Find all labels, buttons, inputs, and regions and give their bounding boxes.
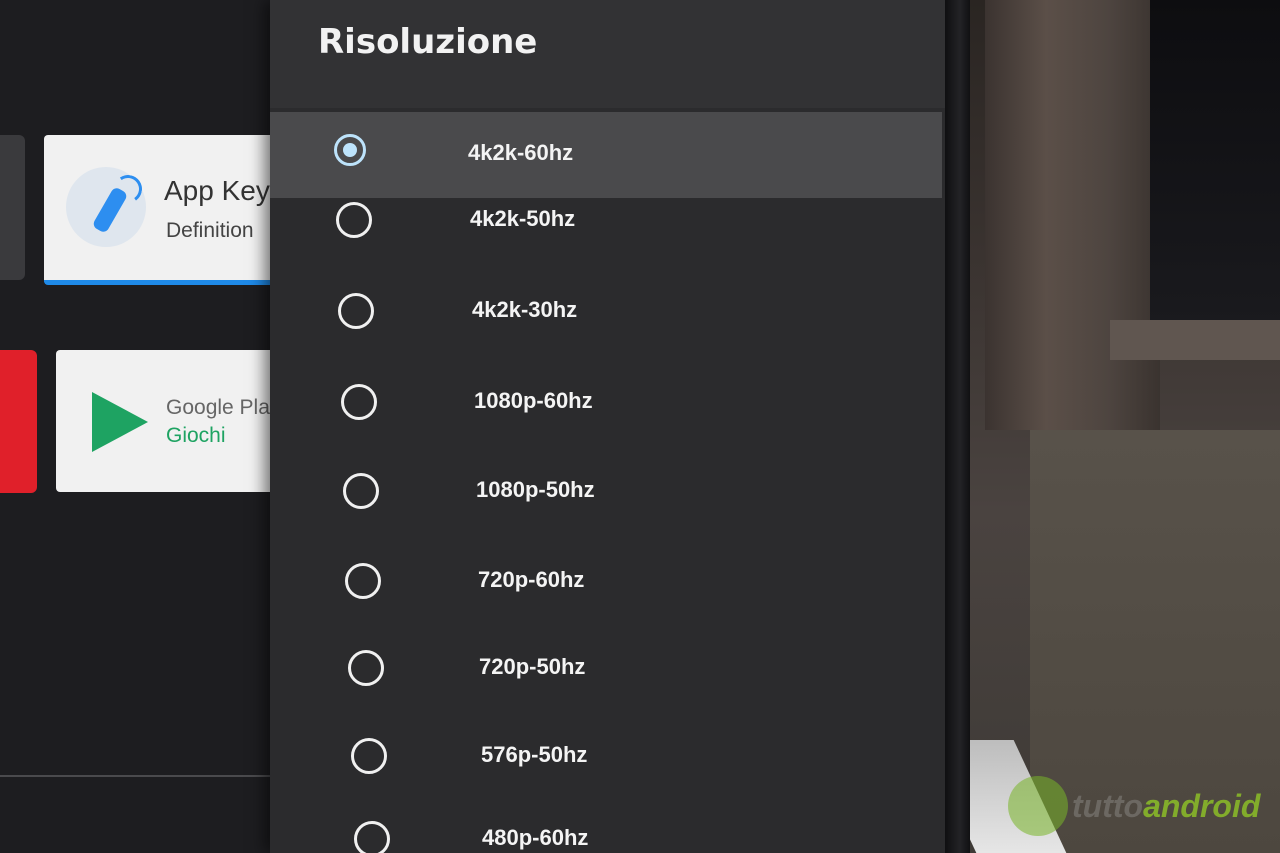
option-label: 576p-50hz [481,741,588,767]
radio-unchecked-icon[interactable] [351,737,387,774]
resolution-option-1080p-50hz[interactable]: 1080p-50hz [270,432,942,518]
option-label: 1080p-50hz [476,477,595,502]
radio-unchecked-icon[interactable] [348,650,384,686]
radio-unchecked-icon[interactable] [338,293,374,329]
shelf [1110,320,1280,360]
radio-unchecked-icon[interactable] [336,201,372,238]
resolution-option-480p-60hz[interactable]: 480p-60hz [270,778,942,853]
app-card-google-play-games[interactable]: Google Play Giochi [56,350,296,492]
option-label: 4k2k-30hz [472,297,578,322]
option-label: 720p-50hz [479,654,586,679]
radio-unchecked-icon[interactable] [345,562,381,599]
radio-unchecked-icon[interactable] [343,473,379,509]
radio-unchecked-icon[interactable] [341,383,377,420]
option-label: 4k2k-50hz [470,205,576,231]
resolution-option-4k2k-30hz[interactable]: 4k2k-30hz [270,259,942,345]
option-label: 1080p-60hz [474,387,593,413]
app-card-partial[interactable] [0,135,25,280]
app-card-key-definition[interactable]: App Key Definition [44,135,284,285]
remote-icon [66,167,146,247]
watermark-text: android [1143,788,1261,824]
resolution-option-1080p-60hz[interactable]: 1080p-60hz [270,346,942,432]
app-subtitle: Giochi [166,424,226,447]
tv-screen-photo: App Key Definition Google Play Giochi Ri… [0,0,1280,853]
app-title: Google Play [166,396,281,419]
resolution-option-576p-50hz[interactable]: 576p-50hz [270,692,942,778]
resolution-option-4k2k-50hz[interactable]: 4k2k-50hz [270,173,942,259]
resolution-option-720p-50hz[interactable]: 720p-50hz [270,605,942,691]
panel-header: Risoluzione [270,0,948,108]
window [1150,0,1280,330]
tv-bezel [945,0,970,853]
watermark: tuttoandroid [1072,788,1260,825]
app-subtitle: Definition [166,219,254,242]
home-screen-background: App Key Definition Google Play Giochi [0,0,300,853]
resolution-option-720p-60hz[interactable]: 720p-60hz [270,519,942,605]
app-title: App Key [164,175,270,206]
option-label: 480p-60hz [482,825,589,850]
watermark-prefix: tutto [1072,788,1144,824]
android-logo-icon [1008,776,1068,836]
app-card-partial-red[interactable] [0,350,37,493]
panel-title: Risoluzione [318,22,538,62]
divider [0,775,300,777]
google-play-games-icon [92,392,148,452]
option-label: 4k2k-60hz [468,140,574,165]
option-label: 720p-60hz [478,566,585,592]
radio-checked-icon[interactable] [334,134,366,166]
curtain [985,0,1160,430]
radio-unchecked-icon[interactable] [354,821,390,853]
resolution-panel: Risoluzione 4k2k-60hz 4k2k-50hz 4k2k-30hz 1… [270,0,948,853]
